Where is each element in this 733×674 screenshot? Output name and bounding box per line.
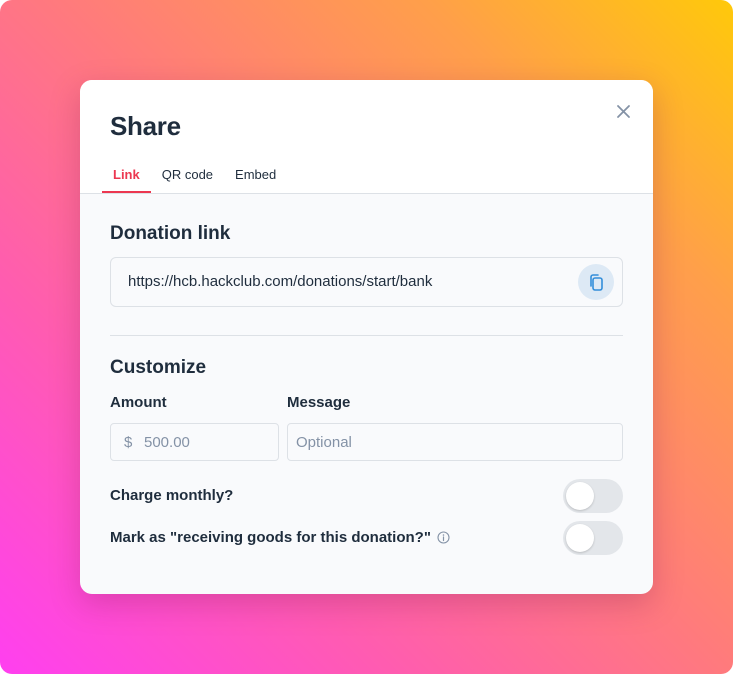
- donation-link-heading: Donation link: [110, 223, 231, 244]
- copy-link-button[interactable]: [578, 264, 614, 300]
- amount-label: Amount: [110, 394, 167, 411]
- amount-value: 500.00: [144, 434, 190, 451]
- currency-symbol: $: [124, 434, 133, 451]
- tab-qr-code[interactable]: QR code: [151, 160, 224, 193]
- amount-input[interactable]: $ 500.00: [110, 423, 279, 461]
- donation-link-field[interactable]: https://hcb.hackclub.com/donations/start…: [110, 257, 623, 307]
- share-tabs: Link QR code Embed: [102, 160, 287, 193]
- receiving-goods-toggle[interactable]: [563, 521, 623, 555]
- message-label: Message: [287, 394, 351, 411]
- tab-embed[interactable]: Embed: [224, 160, 287, 193]
- info-icon[interactable]: [437, 531, 450, 544]
- close-icon: [617, 105, 630, 118]
- section-divider: [110, 335, 623, 336]
- customize-heading: Customize: [110, 357, 207, 378]
- close-button[interactable]: [611, 100, 635, 124]
- share-modal: Share Link QR code Embed Donation link h…: [80, 80, 653, 594]
- copy-icon: [590, 274, 603, 291]
- modal-title: Share: [110, 111, 181, 141]
- tab-link[interactable]: Link: [102, 160, 151, 193]
- charge-monthly-label: Charge monthly?: [110, 487, 234, 504]
- modal-header: Share Link QR code Embed: [80, 80, 653, 194]
- charge-monthly-toggle[interactable]: [563, 479, 623, 513]
- toggle-knob: [566, 524, 594, 552]
- toggle-knob: [566, 482, 594, 510]
- receiving-goods-row: Mark as "receiving goods for this donati…: [110, 529, 450, 546]
- donation-link-url[interactable]: https://hcb.hackclub.com/donations/start…: [128, 273, 432, 290]
- receiving-goods-label: Mark as "receiving goods for this donati…: [110, 529, 431, 546]
- message-input[interactable]: [287, 423, 623, 461]
